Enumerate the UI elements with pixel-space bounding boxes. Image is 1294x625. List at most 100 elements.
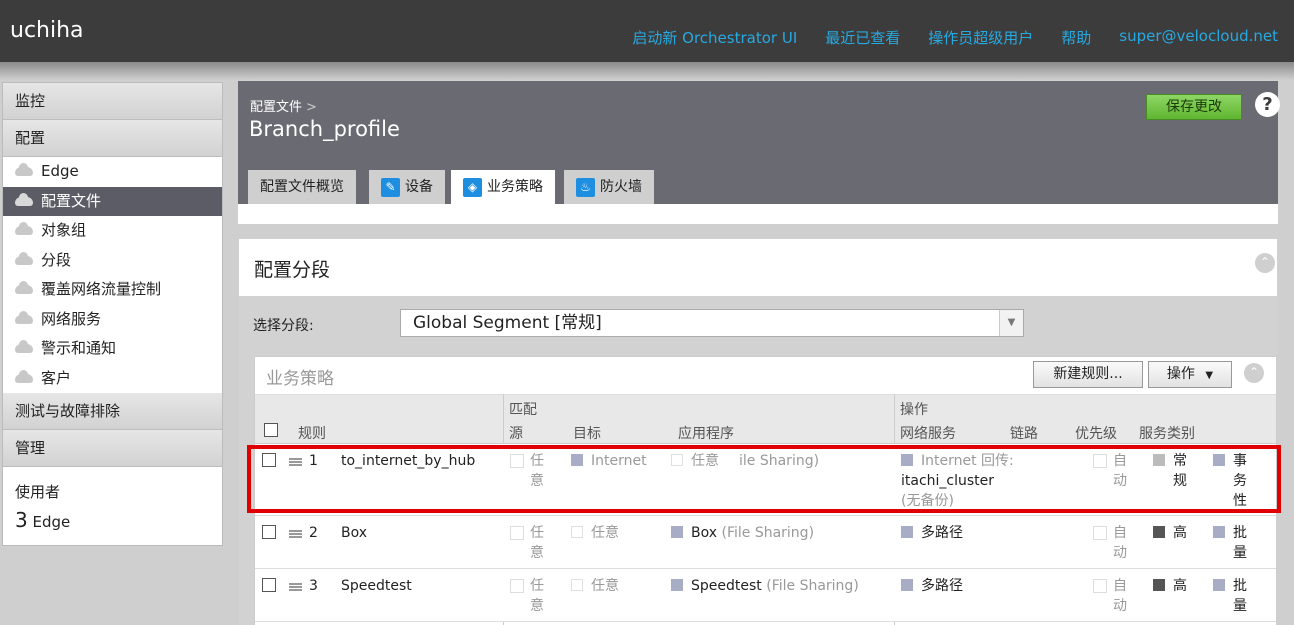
actions-label: 操作 (1166, 366, 1195, 382)
segment-select-label: 选择分段: (253, 318, 314, 334)
sidebar-item-customers[interactable]: 客户 (3, 364, 222, 394)
source-indicator (510, 526, 524, 540)
group-header-match: 匹配 (509, 402, 537, 418)
network-service-value: 多路径 (901, 576, 963, 596)
cloud-icon (15, 340, 33, 354)
tab-content-strip (238, 204, 1278, 224)
cloud-icon (15, 222, 33, 236)
actions-dropdown-button[interactable]: 操作 ▼ (1148, 361, 1232, 388)
sidebar-item-network-services[interactable]: 网络服务 (3, 305, 222, 335)
destination-value: 任意 (571, 576, 619, 596)
column-header-source: 源 (509, 426, 523, 442)
header-shadow (0, 62, 1294, 80)
select-all-checkbox[interactable] (264, 423, 278, 437)
network-service-marker (901, 579, 913, 591)
collapse-icon[interactable]: ⌃ (1255, 253, 1275, 273)
cloud-icon (15, 310, 33, 324)
rule-name[interactable]: Box (341, 523, 367, 543)
sidebar-item-label: 分段 (41, 250, 72, 269)
source-value: 任意 (530, 525, 544, 561)
column-header-rule[interactable]: 规则 (298, 423, 326, 443)
usage-count: 3 (15, 508, 28, 532)
table-group-header: 匹配 操作 (255, 394, 1276, 419)
link-indicator (1093, 526, 1107, 540)
drag-handle-icon[interactable] (289, 583, 302, 591)
help-link[interactable]: 帮助 (1061, 27, 1091, 48)
tab-label: 业务策略 (487, 179, 543, 195)
rule-number: 2 (309, 525, 318, 541)
application-value: Speedtest (File Sharing) (671, 576, 859, 596)
segment-select-value: Global Segment [常规] (413, 313, 602, 333)
operator-superuser-link[interactable]: 操作员超级用户 (928, 27, 1033, 48)
sidebar-item-profiles[interactable]: 配置文件 (3, 186, 222, 216)
badge-icon: ◈ (463, 177, 482, 197)
sidebar-item-alerts[interactable]: 警示和通知 (3, 334, 222, 364)
breadcrumb-profiles-link[interactable]: 配置文件 (250, 100, 302, 115)
sidebar-item-label: Edge (41, 162, 79, 180)
cloud-icon (15, 251, 33, 265)
sidebar-item-label: 对象组 (41, 221, 87, 239)
tab-firewall[interactable]: ♨ 防火墙 (564, 170, 654, 204)
column-header-priority: 优先级 (1075, 426, 1117, 442)
section-title: 配置分段 (254, 259, 331, 281)
priority-value: 高 (1153, 523, 1187, 543)
tab-profile-overview[interactable]: 配置文件概览 (248, 170, 356, 204)
tab-device[interactable]: ✎ 设备 (369, 170, 445, 204)
priority-value: 高 (1153, 576, 1187, 596)
sidebar-section-admin[interactable]: 管理 (3, 430, 222, 467)
priority-marker (1153, 526, 1165, 538)
tab-label: 配置文件概览 (260, 179, 344, 195)
sidebar-item-edge[interactable]: Edge (3, 157, 222, 187)
sidebar-section-monitor[interactable]: 监控 (3, 83, 222, 120)
service-class-marker (1213, 526, 1225, 538)
table-column-header: 规则 源 目标 应用程序 网络服务 链路 优先级 服务类别 (255, 419, 1276, 444)
cloud-icon (15, 163, 33, 177)
sidebar-section-test[interactable]: 测试与故障排除 (3, 393, 222, 430)
table-row[interactable]: 2 Box 任意 任意 Box (File Sharing) 多路径 自动 高 … (255, 516, 1276, 569)
service-class-marker (1213, 579, 1225, 591)
source-indicator (510, 579, 524, 593)
cloud-icon (15, 192, 33, 206)
usage-unit: Edge (32, 513, 71, 531)
recently-viewed-link[interactable]: 最近已查看 (825, 27, 900, 48)
save-changes-button[interactable]: 保存更改 (1146, 94, 1242, 120)
link-value: 自动 (1113, 578, 1127, 614)
chevron-down-icon: ▼ (999, 310, 1023, 336)
collapse-icon[interactable]: ⌃ (1244, 363, 1264, 383)
network-service-value: 多路径 (901, 523, 963, 543)
brand-name: uchiha (10, 18, 84, 43)
cloud-icon (15, 281, 33, 295)
tab-label: 防火墙 (600, 179, 642, 195)
sidebar-section-configure[interactable]: 配置 (3, 120, 222, 157)
launch-new-ui-link[interactable]: 启动新 Orchestrator UI (632, 27, 797, 48)
link-value: 自动 (1113, 525, 1127, 561)
drag-handle-icon[interactable] (289, 530, 302, 538)
row-checkbox[interactable] (262, 578, 276, 592)
segment-select[interactable]: Global Segment [常规] ▼ (400, 309, 1024, 337)
application-value: Box (File Sharing) (671, 523, 814, 543)
sidebar-item-segments[interactable]: 分段 (3, 246, 222, 276)
user-account-link[interactable]: super@velocloud.net (1119, 27, 1278, 48)
table-row[interactable]: 3 Speedtest 任意 任意 Speedtest (File Sharin… (255, 569, 1276, 622)
group-header-action: 操作 (900, 402, 928, 418)
priority-marker (1153, 579, 1165, 591)
column-header-service-class: 服务类别 (1139, 426, 1195, 442)
rule-name[interactable]: Speedtest (341, 576, 412, 596)
tab-bar: 配置文件概览 ✎ 设备 ◈ 业务策略 ♨ 防火墙 (238, 160, 1278, 204)
usage-label: 使用者 (15, 483, 61, 501)
business-policy-title: 业务策略 (266, 369, 334, 389)
row-checkbox[interactable] (262, 525, 276, 539)
usage-value: 3 Edge (15, 508, 210, 532)
caret-down-icon: ▼ (1205, 370, 1214, 381)
service-class-value: 批量 (1213, 576, 1247, 616)
sidebar-item-object-groups[interactable]: 对象组 (3, 216, 222, 246)
new-rule-button[interactable]: 新建规则... (1033, 361, 1143, 388)
top-nav: 启动新 Orchestrator UI 最近已查看 操作员超级用户 帮助 sup… (604, 27, 1278, 48)
sidebar-item-overlay-flow-control[interactable]: 覆盖网络流量控制 (3, 275, 222, 305)
tab-business-policy[interactable]: ◈ 业务策略 (451, 170, 555, 204)
column-header-network-service: 网络服务 (900, 426, 956, 442)
tab-label: 设备 (405, 179, 433, 195)
sidebar: 监控 配置 Edge 配置文件 对象组 分段 覆盖网络流量控制 网络服务 警示和… (2, 82, 223, 546)
column-header-destination: 目标 (573, 426, 601, 442)
help-icon[interactable]: ? (1255, 92, 1280, 117)
